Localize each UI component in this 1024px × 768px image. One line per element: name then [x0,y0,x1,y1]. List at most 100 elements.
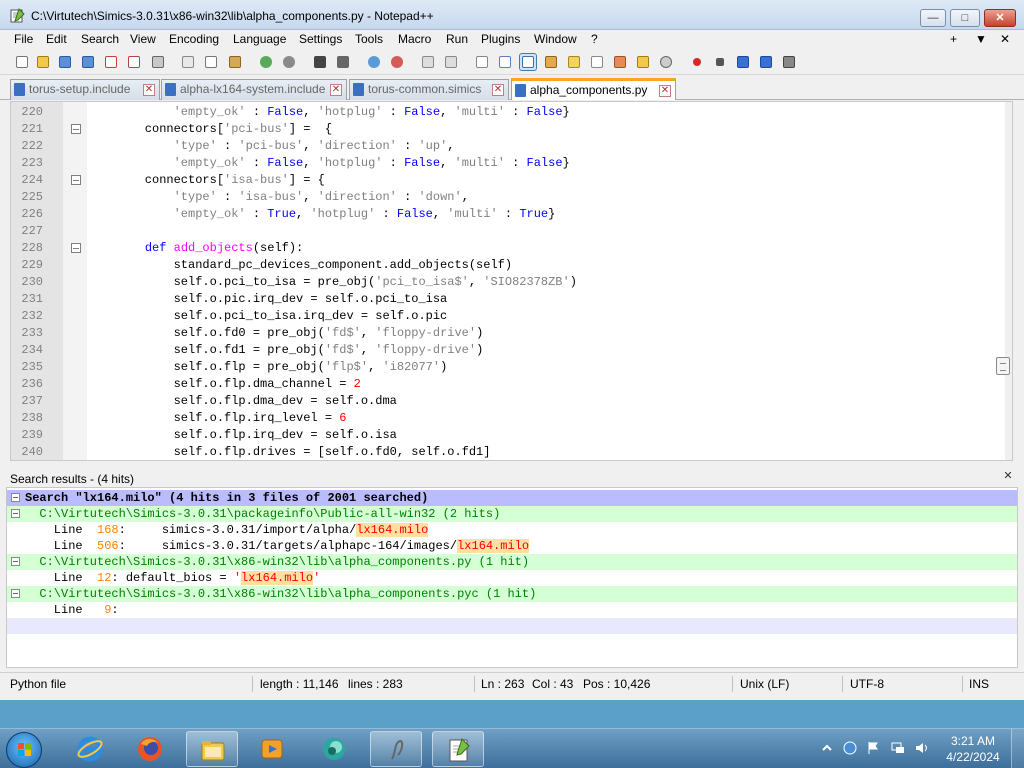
search-result-row[interactable] [7,618,1017,634]
tab-alpha-components[interactable]: alpha_components.py ✕ [511,78,676,100]
new-tab-icon[interactable]: + [950,32,957,46]
show-all-chars-icon[interactable] [497,54,513,70]
stop-macro-icon[interactable] [712,54,728,70]
scrollbar-thumb[interactable] [996,357,1010,375]
code-line[interactable]: 226 'empty_ok' : True, 'hotplug' : False… [11,206,1001,223]
menu-macro[interactable]: Macro [398,32,431,46]
code-line[interactable]: 233 self.o.fd0 = pre_obj('fd$', 'floppy-… [11,325,1001,342]
fold-toggle-icon[interactable] [71,175,81,185]
code-line[interactable]: 229 standard_pc_devices_component.add_ob… [11,257,1001,274]
code-line[interactable]: 230 self.o.pci_to_isa = pre_obj('pci_to_… [11,274,1001,291]
search-result-row[interactable]: Search "lx164.milo" (4 hits in 3 files o… [7,490,1017,506]
save-all-icon[interactable] [80,54,96,70]
redo-icon[interactable] [281,54,297,70]
taskbar-media-player[interactable] [246,731,298,767]
zoom-in-icon[interactable] [366,54,382,70]
taskbar-explorer[interactable] [186,731,238,767]
tab-alpha-lx164-system[interactable]: alpha-lx164-system.include ✕ [161,79,347,100]
code-line[interactable]: 238 self.o.flp.irq_level = 6 [11,410,1001,427]
cut-icon[interactable] [180,54,196,70]
code-line[interactable]: 235 self.o.flp = pre_obj('flp$', 'i82077… [11,359,1001,376]
tab-torus-setup[interactable]: torus-setup.include ✕ [10,79,160,100]
open-file-icon[interactable] [35,54,51,70]
sync-horizontal-icon[interactable] [443,54,459,70]
status-insert-mode[interactable]: INS [969,674,989,694]
search-result-row[interactable]: C:\Virtutech\Simics-3.0.31\x86-win32\lib… [7,554,1017,570]
maximize-button[interactable]: □ [950,9,980,27]
taskbar-notepadpp[interactable] [432,731,484,767]
collapse-toggle-icon[interactable] [11,493,20,502]
code-line[interactable]: 221 connectors['pci-bus'] = { [11,121,1001,138]
status-encoding[interactable]: UTF-8 [850,674,884,694]
search-result-row[interactable]: Line 9: [7,602,1017,618]
doc-list-icon[interactable] [635,54,651,70]
show-hidden-icons-icon[interactable] [820,741,834,755]
search-results-close-icon[interactable]: ✕ [1002,471,1014,483]
action-center-flag-icon[interactable] [866,741,880,755]
user-language-icon[interactable] [543,54,559,70]
collapse-toggle-icon[interactable] [11,557,20,566]
find-icon[interactable] [312,54,328,70]
close-document-icon[interactable]: ✕ [1000,32,1010,46]
monitoring-icon[interactable] [658,54,674,70]
paste-icon[interactable] [227,54,243,70]
word-wrap-icon[interactable] [474,54,490,70]
code-line[interactable]: 223 'empty_ok' : False, 'hotplug' : Fals… [11,155,1001,172]
status-eol[interactable]: Unix (LF) [740,674,789,694]
code-line[interactable]: 227 [11,223,1001,240]
code-line[interactable]: 222 'type' : 'pci-bus', 'direction' : 'u… [11,138,1001,155]
volume-icon[interactable] [915,741,929,755]
minimize-button[interactable]: — [920,9,946,27]
menu-file[interactable]: File [14,32,33,46]
code-line[interactable]: 234 self.o.fd1 = pre_obj('fd$', 'floppy-… [11,342,1001,359]
play-macro-icon[interactable] [735,54,751,70]
close-all-icon[interactable] [126,54,142,70]
title-bar[interactable]: C:\Virtutech\Simics-3.0.31\x86-win32\lib… [0,0,1024,30]
menu-run[interactable]: Run [446,32,468,46]
code-line[interactable]: 228 def add_objects(self): [11,240,1001,257]
menu-encoding[interactable]: Encoding [169,32,219,46]
code-line[interactable]: 220 'empty_ok' : False, 'hotplug' : Fals… [11,104,1001,121]
close-button[interactable]: ✕ [984,9,1016,27]
menu-plugins[interactable]: Plugins [481,32,520,46]
menu-search[interactable]: Search [81,32,119,46]
fold-toggle-icon[interactable] [71,243,81,253]
print-icon[interactable] [150,54,166,70]
system-clock[interactable]: 3:21 AM 4/22/2024 [945,733,1001,765]
code-line[interactable]: 236 self.o.flp.dma_channel = 2 [11,376,1001,393]
fold-toggle-icon[interactable] [71,124,81,134]
start-button[interactable] [6,732,42,768]
menu-edit[interactable]: Edit [46,32,67,46]
taskbar-teal-app[interactable] [308,731,360,767]
save-macro-icon[interactable] [781,54,797,70]
folder-workspace-icon[interactable] [612,54,628,70]
code-line[interactable]: 231 self.o.pic.irq_dev = self.o.pci_to_i… [11,291,1001,308]
tab-close-icon[interactable]: ✕ [143,84,155,96]
zoom-out-icon[interactable] [389,54,405,70]
menu-view[interactable]: View [130,32,156,46]
show-desktop-button[interactable] [1011,729,1024,768]
network-icon[interactable] [891,741,905,755]
code-line[interactable]: 240 self.o.flp.drives = [self.o.fd0, sel… [11,444,1001,460]
menu-tools[interactable]: Tools [355,32,383,46]
tab-torus-common[interactable]: torus-common.simics ✕ [349,79,509,100]
tab-close-icon[interactable]: ✕ [330,84,342,96]
code-line[interactable]: 239 self.o.flp.irq_dev = self.o.isa [11,427,1001,444]
function-list-icon[interactable] [589,54,605,70]
collapse-toggle-icon[interactable] [11,589,20,598]
undo-icon[interactable] [258,54,274,70]
collapse-toggle-icon[interactable] [11,509,20,518]
indent-guide-icon[interactable] [519,53,537,71]
taskbar-internet-explorer[interactable] [64,731,116,767]
taskbar-scribble-app[interactable] [370,731,422,767]
new-file-icon[interactable] [14,54,30,70]
menu-help[interactable]: ? [591,32,598,46]
code-line[interactable]: 232 self.o.pci_to_isa.irq_dev = self.o.p… [11,308,1001,325]
replace-icon[interactable] [335,54,351,70]
language-bar-icon[interactable] [843,741,857,755]
search-results-panel[interactable]: Search "lx164.milo" (4 hits in 3 files o… [6,487,1018,668]
search-result-row[interactable]: Line 12: default_bios = 'lx164.milo' [7,570,1017,586]
code-editor[interactable]: 220 'empty_ok' : False, 'hotplug' : Fals… [10,101,1013,461]
sync-vertical-icon[interactable] [420,54,436,70]
search-result-row[interactable]: C:\Virtutech\Simics-3.0.31\packageinfo\P… [7,506,1017,522]
